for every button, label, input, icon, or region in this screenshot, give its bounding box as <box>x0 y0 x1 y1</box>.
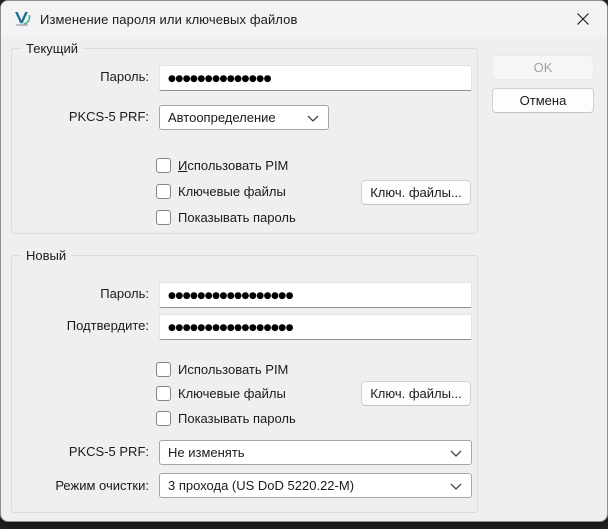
current-prf-select[interactable]: Автоопределение <box>159 105 329 130</box>
new-group-label: Новый <box>21 248 71 263</box>
current-keyfiles-checkbox[interactable] <box>156 184 171 199</box>
close-icon <box>576 12 590 26</box>
new-keyfiles-button[interactable]: Ключ. файлы... <box>361 381 471 406</box>
cancel-button[interactable]: Отмена <box>492 88 594 113</box>
current-password-label: Пароль: <box>11 69 149 84</box>
chevron-down-icon <box>450 483 462 490</box>
current-prf-value: Автоопределение <box>168 110 276 125</box>
current-keyfiles-button[interactable]: Ключ. файлы... <box>361 180 471 205</box>
new-use-pim-row: Использовать PIM <box>156 361 288 378</box>
new-prf-select[interactable]: Не изменять <box>159 440 472 465</box>
current-show-password-row: Показывать пароль <box>156 209 296 226</box>
current-show-password-label[interactable]: Показывать пароль <box>178 210 296 225</box>
new-prf-label: PKCS-5 PRF: <box>11 444 149 459</box>
confirm-password-input[interactable] <box>159 314 472 340</box>
new-prf-value: Не изменять <box>168 445 245 460</box>
new-show-password-row: Показывать пароль <box>156 410 296 427</box>
new-password-input[interactable] <box>159 282 472 308</box>
chevron-down-icon <box>450 450 462 457</box>
current-keyfiles-row: Ключевые файлы <box>156 183 286 200</box>
current-use-pim-row: Использовать PIM <box>156 157 288 174</box>
wipe-mode-label: Режим очистки: <box>11 478 149 493</box>
new-keyfiles-checkbox[interactable] <box>156 386 171 401</box>
use-pim-label-rest: спользовать PIM <box>187 158 288 173</box>
current-keyfiles-label[interactable]: Ключевые файлы <box>178 184 286 199</box>
new-use-pim-label[interactable]: Использовать PIM <box>178 362 288 377</box>
close-button[interactable] <box>561 2 605 35</box>
new-show-password-label[interactable]: Показывать пароль <box>178 411 296 426</box>
current-password-input[interactable] <box>159 65 472 91</box>
current-use-pim-checkbox[interactable] <box>156 158 171 173</box>
new-use-pim-checkbox[interactable] <box>156 362 171 377</box>
veracrypt-icon <box>13 11 31 27</box>
new-keyfiles-row: Ключевые файлы <box>156 385 286 402</box>
current-prf-label: PKCS-5 PRF: <box>11 109 149 124</box>
wipe-mode-select[interactable]: 3 прохода (US DoD 5220.22-M) <box>159 473 472 498</box>
new-keyfiles-label[interactable]: Ключевые файлы <box>178 386 286 401</box>
current-show-password-checkbox[interactable] <box>156 210 171 225</box>
new-show-password-checkbox[interactable] <box>156 411 171 426</box>
window-title: Изменение пароля или ключевых файлов <box>40 12 297 27</box>
confirm-password-label: Подтвердите: <box>11 318 149 333</box>
use-pim-accel-char: И <box>178 158 187 173</box>
ok-button[interactable]: OK <box>492 55 594 80</box>
wipe-mode-value: 3 прохода (US DoD 5220.22-M) <box>168 478 354 493</box>
titlebar: Изменение пароля или ключевых файлов <box>1 1 607 37</box>
change-password-dialog: Изменение пароля или ключевых файлов Тек… <box>0 0 608 522</box>
new-password-label: Пароль: <box>11 286 149 301</box>
current-group-label: Текущий <box>21 41 83 56</box>
current-use-pim-label[interactable]: Использовать PIM <box>178 158 288 173</box>
chevron-down-icon <box>307 115 319 122</box>
